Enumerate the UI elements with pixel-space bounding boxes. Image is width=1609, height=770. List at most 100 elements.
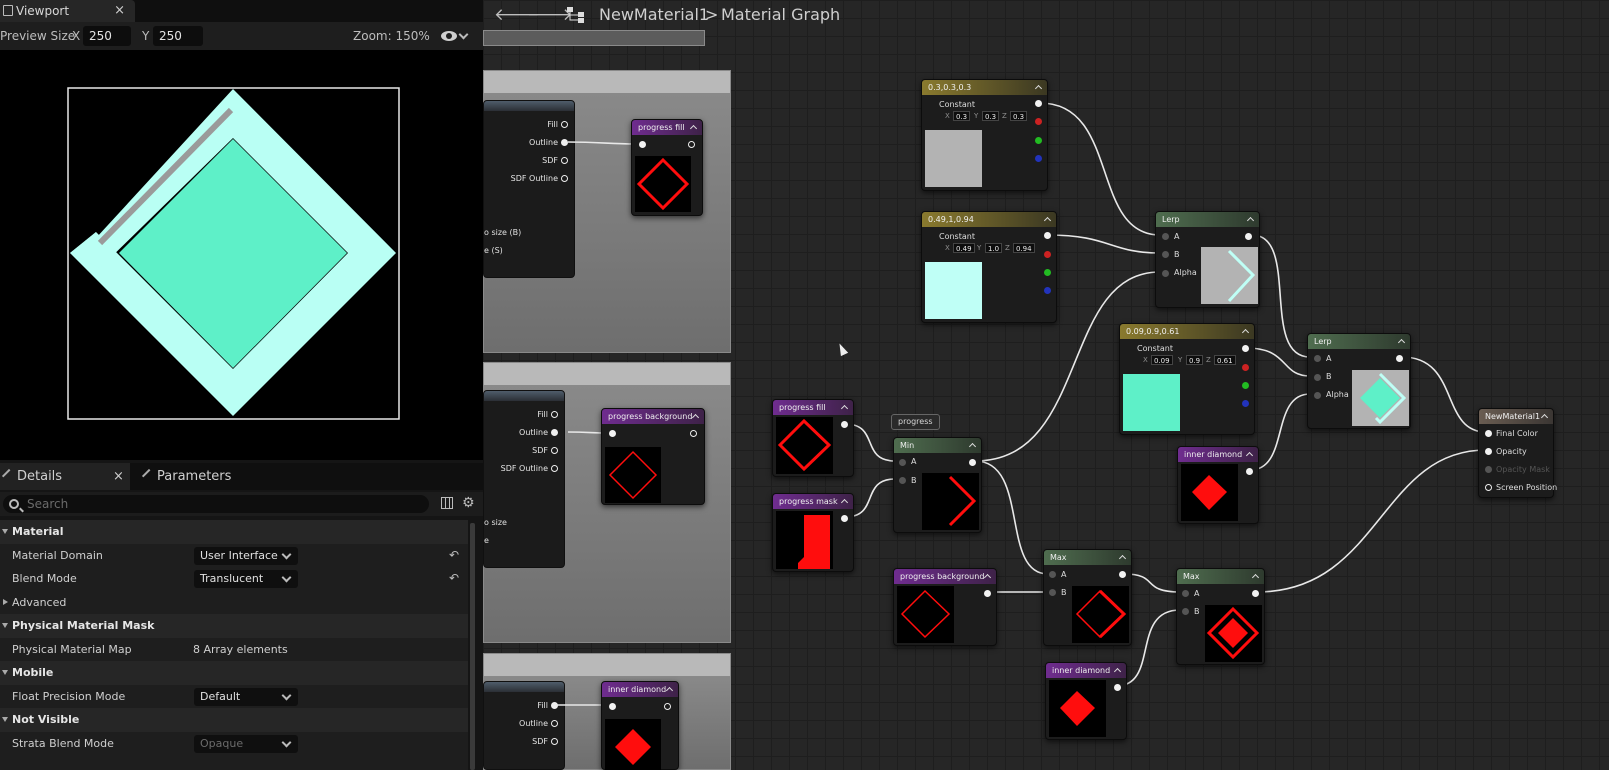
output-pin-g[interactable] <box>1035 137 1042 144</box>
input-pin-a[interactable] <box>899 459 906 466</box>
output-pin[interactable] <box>688 141 695 148</box>
output-pin-r[interactable] <box>1044 251 1051 258</box>
node-title: inner diamond <box>1046 663 1126 678</box>
inner-diamond-node[interactable]: inner diamond <box>1045 662 1127 740</box>
red-outline-diamond <box>897 586 954 643</box>
input-pin-opacity-mask[interactable] <box>1485 466 1492 473</box>
output-pin[interactable] <box>841 421 848 428</box>
output-pin-b[interactable] <box>1035 155 1042 162</box>
pin-label: A <box>1061 570 1067 579</box>
node-title: progress mask <box>773 494 853 509</box>
output-pin-r[interactable] <box>1035 118 1042 125</box>
output-pin[interactable] <box>690 430 697 437</box>
input-pin-screen-position[interactable] <box>1485 484 1492 491</box>
constant-x-input[interactable]: 0.3 <box>953 111 971 121</box>
input-pin-opacity[interactable] <box>1485 448 1492 455</box>
input-pin-b[interactable] <box>899 477 906 484</box>
min-node[interactable]: Min A B <box>893 437 982 533</box>
progress-reroute-tag[interactable]: progress <box>891 414 940 430</box>
progress-fill-node[interactable]: progress fill <box>772 399 854 477</box>
constant-x-input[interactable]: 0.09 <box>1151 355 1173 365</box>
node-label: Constant <box>1137 344 1173 353</box>
output-pin[interactable] <box>1044 232 1051 239</box>
input-pin[interactable] <box>609 703 616 710</box>
output-pin[interactable] <box>1035 100 1042 107</box>
axis-label: Y <box>1178 356 1183 364</box>
output-pin-g[interactable] <box>1044 269 1051 276</box>
max-preview <box>1205 605 1262 662</box>
constant-y-input[interactable]: 0.3 <box>982 111 1000 121</box>
pin-label: Final Color <box>1496 429 1538 438</box>
output-pin[interactable] <box>984 590 991 597</box>
node-title: 0.09,0.9,0.61 <box>1120 324 1254 339</box>
red-outline-diamond <box>605 447 661 503</box>
node-title: progress background <box>602 409 704 424</box>
input-pin-a[interactable] <box>1162 233 1169 240</box>
output-pin[interactable] <box>1119 571 1126 578</box>
constant-y-input[interactable]: 1.0 <box>985 243 1003 253</box>
input-pin-alpha[interactable] <box>1162 270 1169 277</box>
max-node[interactable]: Max A B <box>1043 549 1132 646</box>
input-pin-b[interactable] <box>1182 608 1189 615</box>
constant-node[interactable]: 0.49,1,0.94 Constant X 0.49 Y 1.0 Z 0.94 <box>921 211 1057 323</box>
progress-mask-node[interactable]: progress mask <box>772 493 854 572</box>
output-pin[interactable] <box>1246 468 1253 475</box>
input-pin-a[interactable] <box>1314 355 1321 362</box>
input-pin-b[interactable] <box>1162 251 1169 258</box>
output-pin[interactable] <box>1252 590 1259 597</box>
red-outline-diamond <box>635 156 691 212</box>
node-title: Lerp <box>1308 334 1410 349</box>
pin-label: B <box>1194 607 1200 616</box>
input-pin[interactable] <box>639 141 646 148</box>
input-pin-a[interactable] <box>1182 590 1189 597</box>
output-pin[interactable] <box>1396 355 1403 362</box>
pin-label: Screen Position <box>1496 483 1558 492</box>
progress-background-node[interactable]: progress background <box>893 568 997 646</box>
output-pin-b[interactable] <box>1044 287 1051 294</box>
progress-background-node[interactable]: progress background <box>601 408 705 505</box>
node-label: Constant <box>939 232 975 241</box>
input-pin-a[interactable] <box>1049 571 1056 578</box>
output-pin[interactable] <box>969 459 976 466</box>
output-pin-g[interactable] <box>1242 382 1249 389</box>
node-preview <box>1352 370 1409 426</box>
inner-diamond-node[interactable]: inner diamond <box>601 681 679 770</box>
constant-z-input[interactable]: 0.3 <box>1010 111 1028 121</box>
material-output-node[interactable]: NewMaterial1 Final Color Opacity Opacity… <box>1478 408 1558 498</box>
node-label: Constant <box>939 100 975 109</box>
lerp-node[interactable]: Lerp A B Alpha <box>1155 211 1260 308</box>
input-pin-b[interactable] <box>1049 589 1056 596</box>
constant-z-input[interactable]: 0.61 <box>1214 355 1236 365</box>
max-node[interactable]: Max A B <box>1176 568 1265 665</box>
output-pin-b[interactable] <box>1242 400 1249 407</box>
max-preview <box>1072 586 1129 643</box>
output-pin[interactable] <box>664 703 671 710</box>
axis-label: X <box>945 244 950 252</box>
node-preview <box>897 586 954 643</box>
lerp-node[interactable]: Lerp A B Alpha <box>1307 333 1411 429</box>
constant-y-input[interactable]: 0.9 <box>1186 355 1204 365</box>
output-pin[interactable] <box>841 515 848 522</box>
progress-fill-node[interactable]: progress fill <box>631 119 703 216</box>
output-pin[interactable] <box>1242 345 1249 352</box>
inner-diamond-node[interactable]: inner diamond <box>1177 446 1259 524</box>
node-title: 0.3,0.3,0.3 <box>922 80 1047 95</box>
output-pin[interactable] <box>1114 684 1121 691</box>
node-preview <box>922 473 979 530</box>
constant-z-input[interactable]: 0.94 <box>1013 243 1035 253</box>
axis-label: Y <box>974 112 979 120</box>
constant-x-input[interactable]: 0.49 <box>953 243 975 253</box>
node-preview <box>1181 464 1238 521</box>
lerp-preview <box>1352 370 1409 426</box>
node-title: progress fill <box>773 400 853 415</box>
node-title: progress background <box>894 569 996 584</box>
input-pin-alpha[interactable] <box>1314 392 1321 399</box>
color-swatch <box>925 130 982 187</box>
output-pin[interactable] <box>1245 233 1252 240</box>
constant-node[interactable]: 0.3,0.3,0.3 Constant X 0.3 Y 0.3 Z 0.3 <box>921 79 1048 191</box>
output-pin-r[interactable] <box>1242 364 1249 371</box>
input-pin-final-color[interactable] <box>1485 430 1492 437</box>
input-pin-b[interactable] <box>1314 374 1321 381</box>
constant-node[interactable]: 0.09,0.9,0.61 Constant X 0.09 Y 0.9 Z 0.… <box>1119 323 1255 435</box>
input-pin[interactable] <box>609 430 616 437</box>
